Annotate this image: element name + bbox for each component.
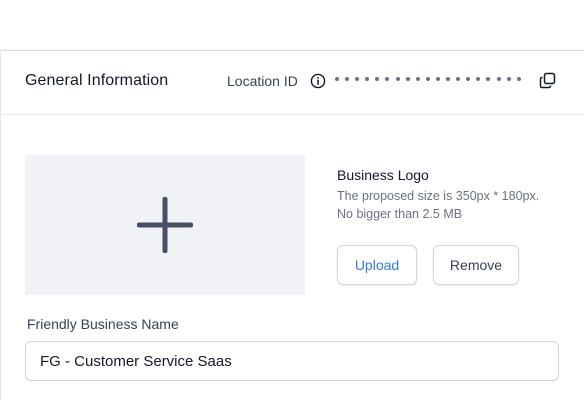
- masked-dot: [405, 77, 410, 81]
- masked-dot: [456, 77, 461, 81]
- logo-filesize-hint: No bigger than 2.5 MB: [337, 207, 463, 221]
- general-information-card: General Information Location ID Business…: [0, 50, 584, 400]
- copy-icon[interactable]: [539, 72, 556, 89]
- business-logo-title: Business Logo: [337, 167, 429, 183]
- masked-dot: [365, 77, 370, 81]
- masked-dot: [375, 77, 380, 81]
- logo-size-hint: The proposed size is 350px * 180px.: [337, 189, 540, 203]
- masked-dot: [385, 77, 390, 81]
- masked-dot: [476, 77, 481, 81]
- masked-dot: [486, 77, 491, 81]
- masked-dot: [345, 77, 350, 81]
- masked-dot: [446, 77, 451, 81]
- masked-dot: [466, 77, 471, 81]
- masked-dot: [395, 77, 400, 81]
- logo-upload-area[interactable]: [25, 155, 305, 295]
- friendly-business-name-input[interactable]: [25, 341, 559, 381]
- upload-button[interactable]: Upload: [337, 245, 417, 285]
- masked-dot: [516, 77, 521, 81]
- card-header: General Information Location ID: [1, 51, 584, 115]
- masked-dot: [335, 77, 339, 81]
- masked-dot: [496, 77, 501, 81]
- masked-dot: [435, 77, 440, 81]
- info-icon[interactable]: [310, 73, 326, 89]
- masked-dot: [425, 77, 430, 81]
- business-logo-hint: The proposed size is 350px * 180px. No b…: [337, 187, 539, 223]
- top-strip: [0, 0, 584, 50]
- masked-dot: [415, 77, 420, 81]
- plus-icon: [137, 197, 193, 253]
- masked-dot: [506, 77, 511, 81]
- location-id-label: Location ID: [227, 73, 298, 89]
- masked-dot: [355, 77, 360, 81]
- remove-button[interactable]: Remove: [433, 245, 519, 285]
- friendly-business-name-label: Friendly Business Name: [27, 316, 179, 332]
- section-title: General Information: [25, 72, 169, 89]
- location-id-masked-value: [335, 77, 527, 81]
